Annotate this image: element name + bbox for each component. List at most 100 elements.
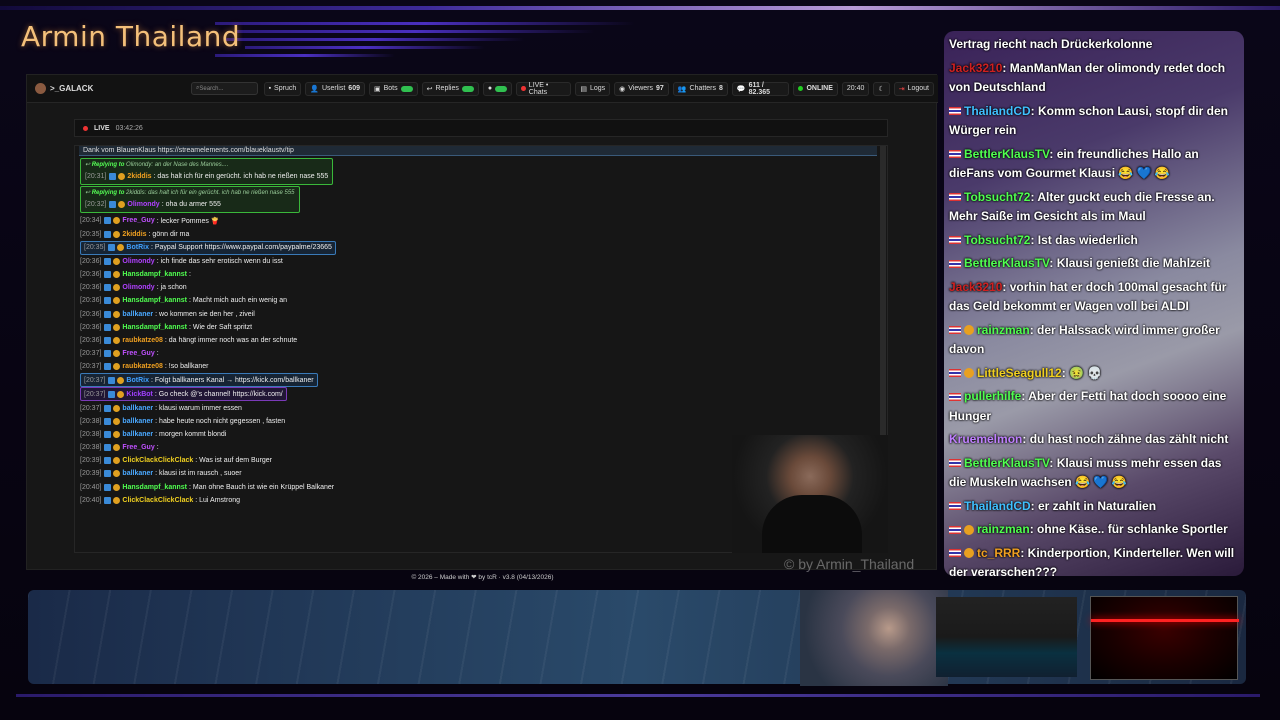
timestamp: [20:36]: [80, 310, 102, 318]
badge-icon: [108, 376, 116, 384]
chat-row[interactable]: [20:36] Hansdampf_kannst: Wie der Saft sp…: [80, 321, 880, 334]
nav-bots-toggle[interactable]: ▣ Bots: [368, 81, 418, 96]
chat-username[interactable]: BotRix: [126, 377, 149, 384]
nav-sound-toggle[interactable]: ●: [482, 81, 513, 96]
nav-logs-button[interactable]: ▤ Logs: [575, 81, 611, 96]
message-count: 611 / 82.365: [748, 81, 771, 96]
nav-viewers[interactable]: ◉ Viewers 97: [614, 81, 669, 96]
chat-username[interactable]: Free_Guy: [122, 350, 154, 357]
logout-button[interactable]: ⇥ Logout: [893, 81, 934, 96]
timestamp: [20:35]: [84, 244, 106, 252]
sound-switch[interactable]: [495, 85, 508, 92]
replies-switch[interactable]: [461, 85, 474, 92]
nav-live-chats[interactable]: LIVE • Chats: [516, 81, 572, 96]
chat-row[interactable]: [20:37] ballkaner: klausi warum immer ess…: [80, 401, 880, 414]
chat-username[interactable]: ClickClackClickClack: [122, 497, 193, 504]
chat-row[interactable]: [20:36] raubkatze08: da hängt immer noch …: [80, 334, 880, 347]
chat-icon: ▪: [268, 85, 272, 92]
timestamp: [20:31]: [85, 173, 107, 181]
side-chat-text: Vertrag riecht nach Drückerkolonne: [949, 37, 1153, 51]
online-label: ONLINE: [806, 85, 833, 92]
side-chat-messages: Vertrag riecht nach Drückerkolonne Jack32…: [949, 35, 1241, 576]
chat-row[interactable]: [20:35] 2kiddis: gönn dir ma: [80, 228, 880, 241]
chat-username[interactable]: 2kiddis: [127, 173, 151, 180]
chat-username[interactable]: Free_Guy: [122, 217, 154, 224]
reply-block: ↩ Replying to 2kiddis: das halt ich für …: [80, 186, 300, 214]
chat-row[interactable]: [20:36] Hansdampf_kannst: Macht mich auch…: [80, 294, 880, 307]
theme-toggle[interactable]: ☾: [873, 81, 890, 96]
reply-block: ↩ Replying to Olimondy: an der Nase des …: [80, 158, 334, 186]
nav-replies-toggle[interactable]: ↩ Replies: [421, 81, 479, 96]
nav-item-label: Bots: [383, 85, 398, 92]
nav-spruch-button[interactable]: ▪ Spruch: [263, 81, 302, 96]
chat-username[interactable]: Hansdampf_kannst: [122, 484, 187, 491]
search-input[interactable]: ⌕ Search...: [191, 82, 258, 95]
chat-row[interactable]: [20:37] Free_Guy:: [80, 347, 880, 360]
avatar: [35, 83, 46, 94]
timestamp: [20:38]: [80, 417, 102, 425]
chat-row[interactable]: [20:36] Olimondy: ich finde das sehr erot…: [80, 255, 880, 268]
badge-icon: [104, 336, 112, 344]
badge-icon: [104, 297, 112, 305]
chat-row[interactable]: [20:37] KickBot: Go check @'s channel! ht…: [80, 387, 287, 402]
timestamp: [20:37]: [80, 350, 102, 358]
chat-row[interactable]: [20:31] 2kiddis: das halt ich für ein ger…: [85, 170, 328, 183]
side-chat-username: BettlerKlausTV: [964, 146, 1050, 161]
chat-username[interactable]: ballkaner: [122, 418, 153, 425]
badge-icon: [113, 336, 121, 344]
chat-username[interactable]: KickBot: [126, 391, 152, 398]
chat-username[interactable]: 2kiddis: [122, 231, 146, 238]
chat-row[interactable]: [20:37] BotRix: Folgt ballkaners Kanal → …: [80, 373, 318, 388]
chat-text: : wo kommen sie den her , ziveil: [155, 310, 255, 318]
side-chat-username: ThailandCD: [964, 103, 1031, 118]
chat-text: : Folgt ballkaners Kanal → https://kick.…: [150, 376, 314, 384]
side-chat-text: : du hast noch zähne das zählt nicht: [1022, 432, 1229, 446]
badge-icon: [113, 457, 121, 465]
chat-username[interactable]: Hansdampf_kannst: [122, 324, 187, 331]
footer: © 2026 – Made with ❤ by tcR · v3.8 (04/1…: [411, 574, 554, 581]
overlay-title: Armin Thailand: [21, 20, 241, 53]
chat-row[interactable]: [20:38] ballkaner: habe heute noch nicht …: [80, 415, 880, 428]
chat-username[interactable]: ballkaner: [122, 431, 153, 438]
chat-row[interactable]: [20:35] BotRix: Paypal Support https://ww…: [80, 240, 336, 255]
chat-username[interactable]: ClickClackClickClack: [122, 457, 193, 464]
chat-username[interactable]: ballkaner: [122, 470, 153, 477]
chat-text: :: [156, 444, 159, 452]
chat-text: : ja schon: [156, 284, 187, 292]
chat-username[interactable]: Free_Guy: [122, 444, 154, 451]
timestamp: [20:37]: [80, 404, 102, 412]
chat-username[interactable]: BotRix: [126, 244, 149, 251]
side-chat-message: pullerhilfe: Aber der Fetti hat doch soo…: [949, 387, 1241, 426]
timestamp: [20:40]: [80, 496, 102, 504]
chat-username[interactable]: Hansdampf_kannst: [122, 297, 187, 304]
chat-row[interactable]: [20:34] Free_Guy: lecker Pommes 🍟: [80, 214, 880, 227]
pinned-message[interactable]: Dank vom BlauenKlaus https://streameleme…: [79, 146, 877, 156]
red-light-camera: [1090, 596, 1239, 680]
chat-row[interactable]: [20:37] raubkatze08: !so ballkaner: [80, 360, 880, 373]
side-chat-message: Jack3210: ManManMan der olimondy redet d…: [949, 59, 1241, 98]
chat-username[interactable]: raubkatze08: [122, 337, 162, 344]
timestamp: [20:34]: [80, 217, 102, 225]
side-chat-message: Tobsucht72: Alter guckt euch die Fresse …: [949, 188, 1241, 227]
chat-username[interactable]: Olimondy: [127, 201, 159, 208]
nav-online-status: ONLINE: [793, 81, 838, 96]
chat-username[interactable]: Olimondy: [122, 258, 154, 265]
chat-username[interactable]: ballkaner: [122, 311, 153, 318]
timestamp: [20:38]: [80, 444, 102, 452]
brand[interactable]: >_GALACK: [35, 83, 191, 94]
badge-icon: [118, 173, 126, 181]
side-chat-username: BettlerKlausTV: [964, 455, 1050, 470]
chat-username[interactable]: raubkatze08: [122, 363, 162, 370]
side-chat-message: Tobsucht72: Ist das wiederlich: [949, 231, 1241, 251]
chat-row[interactable]: [20:36] Hansdampf_kannst:: [80, 268, 880, 281]
chat-row[interactable]: [20:36] ballkaner: wo kommen sie den her …: [80, 308, 880, 321]
chat-username[interactable]: Olimondy: [122, 284, 154, 291]
nav-userlist-button[interactable]: 👤 Userlist 609: [305, 81, 365, 96]
nav-chatters[interactable]: 👥 Chatters 8: [672, 81, 728, 96]
bots-switch[interactable]: [400, 85, 413, 92]
chat-text: : ich finde das sehr erotisch wenn du is…: [156, 257, 283, 265]
chat-username[interactable]: Hansdampf_kannst: [122, 271, 187, 278]
chat-username[interactable]: ballkaner: [122, 405, 153, 412]
chat-row[interactable]: [20:32] Olimondy: oha du armer 555: [85, 198, 295, 211]
chat-row[interactable]: [20:36] Olimondy: ja schon: [80, 281, 880, 294]
